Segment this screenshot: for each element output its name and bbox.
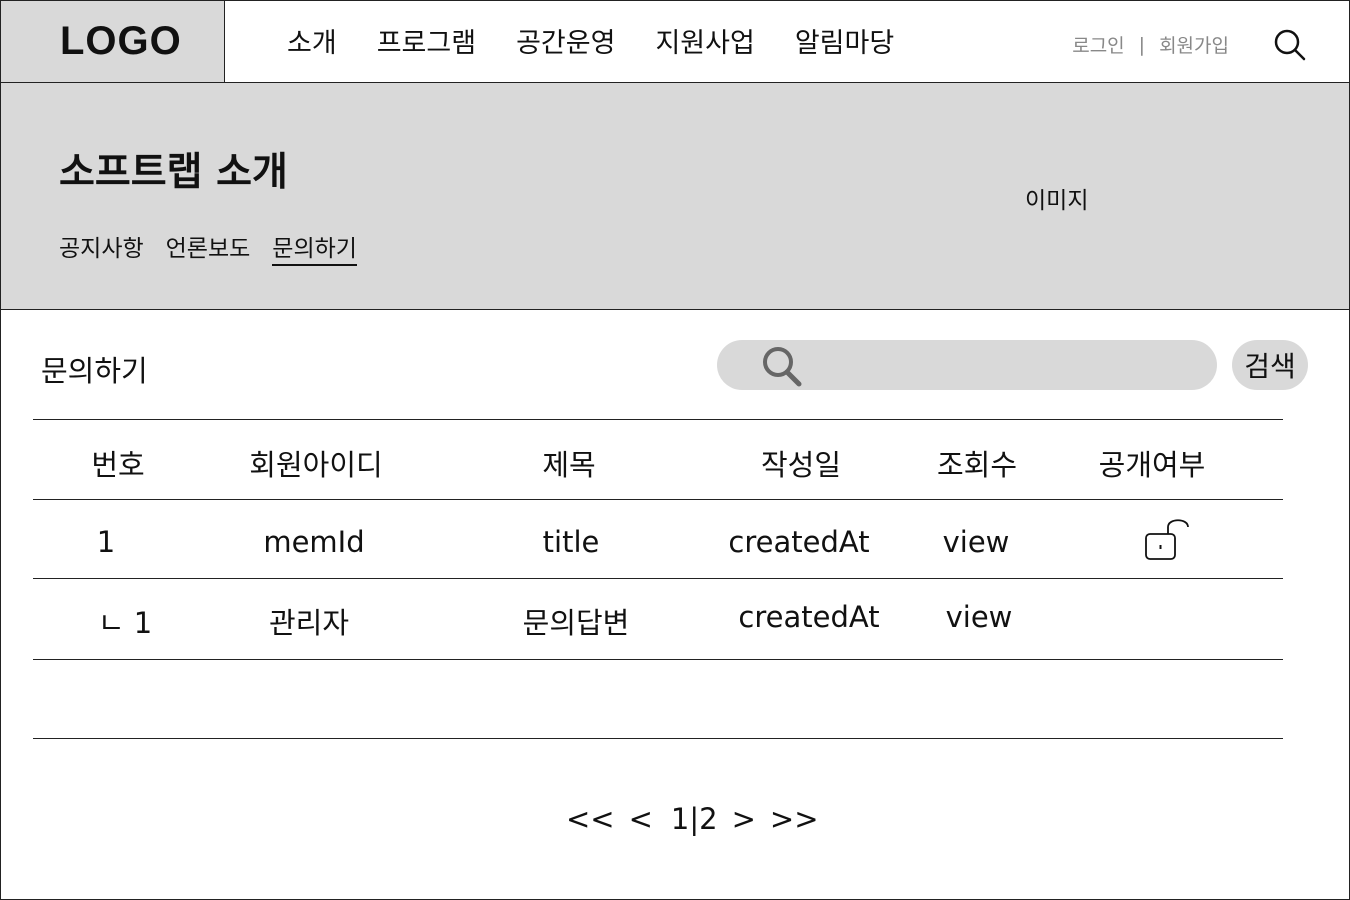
signup-link[interactable]: 회원가입 [1159,31,1229,58]
page-next[interactable]: > [732,802,756,836]
search-button[interactable]: 검색 [1232,340,1308,390]
col-title[interactable]: 제목 [542,442,595,484]
section-title: 문의하기 [41,354,148,388]
logo-area[interactable]: LOGO [1,1,225,82]
unlock-icon [1145,519,1189,560]
nav-item-space[interactable]: 공간운영 [516,21,615,60]
nav-item-program[interactable]: 프로그램 [377,21,476,60]
page-first[interactable]: << [566,802,615,836]
nav-item-support[interactable]: 지원사업 [655,21,754,60]
subnav-item-notice[interactable]: 공지사항 [59,229,144,266]
site-header: LOGO 소개 프로그램 공간운영 지원사업 알림마당 로그인 | 회원가입 [1,1,1349,83]
page-divider: | [689,802,700,836]
page-prev[interactable]: < [629,802,653,836]
util-separator: | [1138,33,1146,56]
nav-item-notice[interactable]: 알림마당 [795,21,894,60]
row-created-at: createdAt [728,525,870,559]
col-views[interactable]: 조회수 [937,442,1017,484]
page-2[interactable]: 2 [699,802,717,836]
logo[interactable]: LOGO [60,19,182,64]
search-icon [1274,29,1306,61]
banner-title: 소프트랩 소개 [59,150,288,195]
table-row-border [33,738,1283,739]
row-title[interactable]: title [543,525,600,559]
main-nav: 소개 프로그램 공간운영 지원사업 알림마당 [287,21,934,60]
search-icon [763,347,802,387]
table-row-border [33,578,1283,579]
subnav-item-inquiry[interactable]: 문의하기 [272,229,357,266]
search-input[interactable] [817,348,1201,384]
page-banner: 소프트랩 소개 공지사항 언론보도 문의하기 이미지 [1,83,1349,310]
row-member-id: 관리자 [268,606,350,640]
row-number: ㄴ 1 [97,606,153,640]
header-search-button[interactable] [1273,28,1307,62]
login-link[interactable]: 로그인 [1072,31,1124,58]
row-title[interactable]: 문의답변 [523,600,630,642]
col-created-at[interactable]: 작성일 [761,442,841,484]
col-visibility[interactable]: 공개여부 [1099,442,1206,484]
row-number: 1 [96,525,116,559]
table-top-border [33,419,1283,420]
col-number[interactable]: 번호 [91,442,144,484]
page-last[interactable]: >> [770,802,819,836]
nav-item-intro[interactable]: 소개 [287,21,337,60]
page-1[interactable]: 1 [671,802,689,836]
row-views: view [945,600,1013,634]
sub-nav: 공지사항 언론보도 문의하기 [59,229,379,266]
table-row-border [33,659,1283,660]
banner-image-placeholder: 이미지 [1025,188,1089,214]
row-member-id: memId [263,525,365,559]
pagination: << < 1 | 2 > >> [566,802,819,836]
table-header-border [33,499,1283,500]
user-menu: 로그인 | 회원가입 [1072,31,1229,58]
subnav-item-press[interactable]: 언론보도 [166,229,251,266]
row-created-at: createdAt [738,600,880,634]
col-member-id[interactable]: 회원아이디 [249,442,382,484]
search-field[interactable] [717,340,1217,390]
row-views: view [942,525,1010,559]
